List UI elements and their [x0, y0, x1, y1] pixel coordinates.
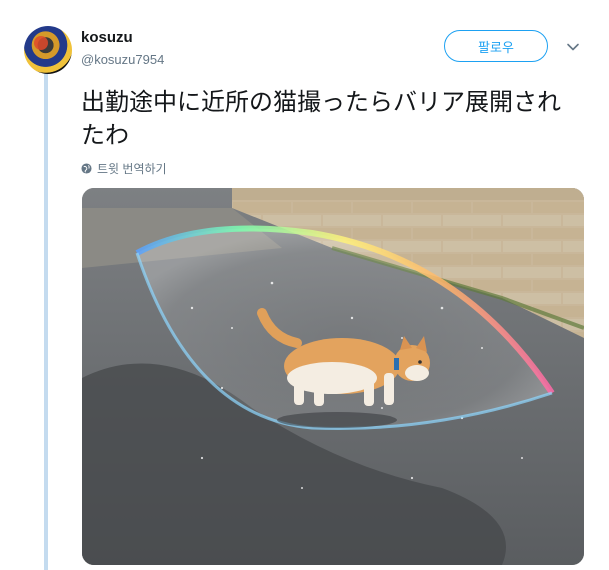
follow-button[interactable]: 팔로우 — [444, 30, 548, 62]
user-handle[interactable]: @kosuzu7954 — [81, 52, 164, 67]
display-name[interactable]: kosuzu — [81, 29, 133, 46]
avatar[interactable] — [24, 26, 72, 74]
thread-connector-line — [44, 70, 48, 570]
globe-icon — [81, 163, 92, 174]
translate-label: 트윗 번역하기 — [97, 162, 167, 176]
tweet-photo[interactable] — [82, 188, 584, 565]
translate-tweet-link[interactable]: 트윗 번역하기 — [81, 160, 167, 177]
tweet-text: 出勤途中に近所の猫撮ったらバリア展開されたわ — [81, 88, 561, 149]
chevron-down-icon[interactable] — [566, 40, 580, 54]
